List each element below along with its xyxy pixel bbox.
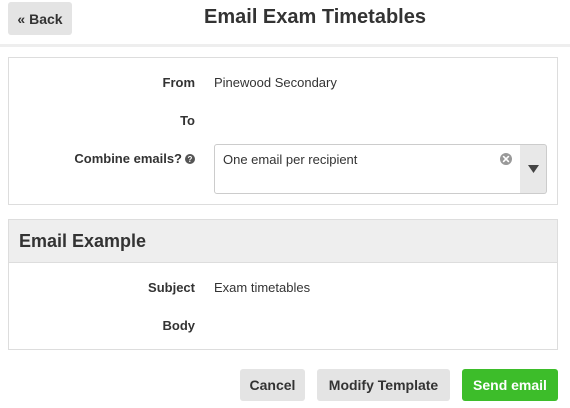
page-title: Email Exam Timetables <box>204 6 426 28</box>
subject-label: Subject <box>148 280 195 295</box>
modify-template-button[interactable]: Modify Template <box>317 369 450 401</box>
from-label: From <box>162 75 196 90</box>
from-value: Pinewood Secondary <box>214 75 337 90</box>
question-circle-icon[interactable]: ? <box>185 152 195 164</box>
email-settings-panel: From Pinewood Secondary To Combine email… <box>8 57 558 205</box>
cancel-button[interactable]: Cancel <box>240 369 305 401</box>
to-label: To <box>180 113 195 128</box>
combine-emails-select[interactable]: One email per recipient <box>214 144 521 194</box>
combine-emails-selected-value: One email per recipient <box>223 152 358 167</box>
header-divider <box>0 44 570 47</box>
combine-emails-label-text: Combine emails? <box>74 151 182 166</box>
send-email-button[interactable]: Send email <box>462 369 558 401</box>
clear-circle-icon[interactable] <box>499 152 513 166</box>
svg-text:?: ? <box>188 155 193 164</box>
caret-down-icon <box>528 165 539 173</box>
combine-emails-dropdown-button[interactable] <box>520 144 547 194</box>
email-example-panel: Email Example Subject Exam timetables Bo… <box>8 219 558 350</box>
body-label: Body <box>162 318 196 333</box>
email-example-title: Email Example <box>19 231 147 251</box>
top-bar: « Back Email Exam Timetables <box>0 0 570 40</box>
email-example-header: Email Example <box>9 220 557 263</box>
combine-emails-label: Combine emails?? <box>9 151 195 166</box>
back-button[interactable]: « Back <box>8 2 72 35</box>
subject-value: Exam timetables <box>214 280 311 295</box>
